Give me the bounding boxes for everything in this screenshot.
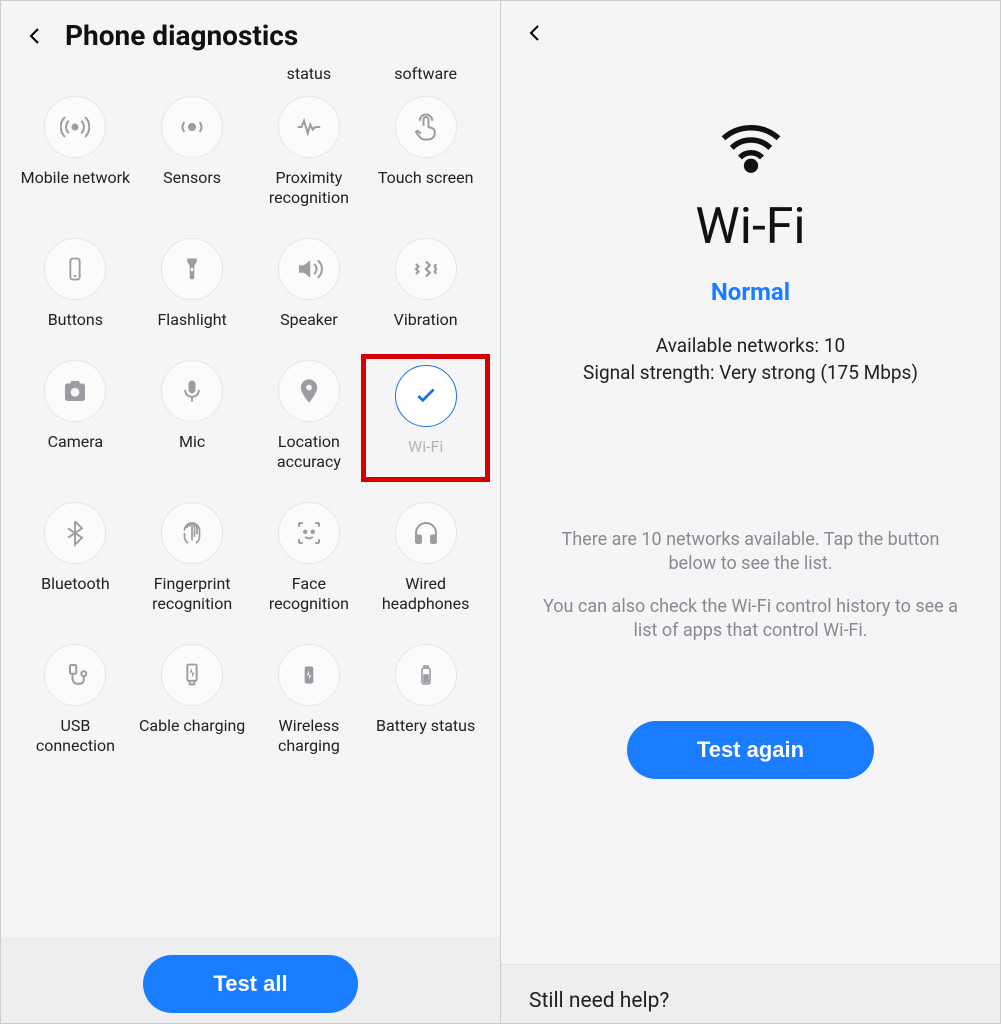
help-block: There are 10 networks available. Tap the… xyxy=(501,528,1000,661)
highlight-box: Wi-Fi xyxy=(361,354,490,482)
usb-icon xyxy=(44,644,106,706)
speaker-icon xyxy=(278,238,340,300)
diag-label: Speaker xyxy=(280,310,338,330)
diag-label: Cable charging xyxy=(139,716,245,736)
diag-label: Bluetooth xyxy=(41,574,110,594)
page-title: Phone diagnostics xyxy=(65,19,298,52)
diag-item-mic[interactable]: Mic xyxy=(134,360,251,472)
bluetooth-icon xyxy=(44,502,106,564)
touch-icon xyxy=(395,96,457,158)
header xyxy=(501,1,1000,59)
test-all-button[interactable]: Test all xyxy=(143,955,357,1013)
partial-label-software: software xyxy=(367,64,484,90)
diag-label: Fingerprint recognition xyxy=(137,574,247,614)
diag-label: Wi-Fi xyxy=(408,437,443,457)
diag-item-location[interactable]: Location accuracy xyxy=(251,360,368,472)
diag-label: Mic xyxy=(179,432,205,452)
headphones-icon xyxy=(395,502,457,564)
face-icon xyxy=(278,502,340,564)
location-icon xyxy=(278,360,340,422)
wifi-icon xyxy=(716,119,786,178)
flashlight-icon xyxy=(161,238,223,300)
sensors-icon xyxy=(161,96,223,158)
bottom-bar: Test all xyxy=(1,937,500,1023)
diag-label: Buttons xyxy=(48,310,103,330)
diag-item-sensors[interactable]: Sensors xyxy=(134,96,251,208)
diag-item-wired-headphones[interactable]: Wired headphones xyxy=(367,502,484,614)
wifi-status: Normal xyxy=(711,278,790,306)
diag-item-wifi[interactable]: Wi-Fi xyxy=(372,365,479,457)
back-button[interactable] xyxy=(521,19,549,47)
diag-label: Wireless charging xyxy=(254,716,364,756)
diag-item-wireless-charging[interactable]: Wireless charging xyxy=(251,644,368,756)
help-text-2: You can also check the Wi-Fi control his… xyxy=(501,595,1000,644)
diagnostics-grid: Mobile network Sensors Proximity recogniti… xyxy=(1,90,500,756)
still-need-help[interactable]: Still need help? xyxy=(501,964,1000,1023)
diag-item-camera[interactable]: Camera xyxy=(17,360,134,472)
available-networks: Available networks: 10 xyxy=(656,334,845,357)
diag-label: Vibration xyxy=(394,310,458,330)
diag-item-flashlight[interactable]: Flashlight xyxy=(134,238,251,330)
phone-button-icon xyxy=(44,238,106,300)
diag-item-battery[interactable]: Battery status xyxy=(367,644,484,756)
check-icon xyxy=(395,365,457,427)
diag-label: Proximity recognition xyxy=(254,168,364,208)
diag-label: Face recognition xyxy=(254,574,364,614)
diagnostics-panel: Phone diagnostics status software Mobile… xyxy=(1,1,501,1023)
antenna-icon xyxy=(44,96,106,158)
diag-label: Flashlight xyxy=(157,310,226,330)
diag-label: Location accuracy xyxy=(254,432,364,472)
cable-charge-icon xyxy=(161,644,223,706)
diag-item-bluetooth[interactable]: Bluetooth xyxy=(17,502,134,614)
signal-strength: Signal strength: Very strong (175 Mbps) xyxy=(583,361,918,384)
header: Phone diagnostics xyxy=(1,1,500,64)
wifi-result-panel: Wi-Fi Normal Available networks: 10 Sign… xyxy=(501,1,1000,1023)
diag-label: Battery status xyxy=(376,716,475,736)
diag-label: USB connection xyxy=(20,716,130,756)
wifi-content: Wi-Fi Normal Available networks: 10 Sign… xyxy=(501,59,1000,779)
diag-label: Sensors xyxy=(163,168,221,188)
pulse-icon xyxy=(278,96,340,158)
diag-item-usb[interactable]: USB connection xyxy=(17,644,134,756)
diag-item-speaker[interactable]: Speaker xyxy=(251,238,368,330)
back-button[interactable] xyxy=(21,22,49,50)
diag-label: Wired headphones xyxy=(371,574,481,614)
diag-item-fingerprint[interactable]: Fingerprint recognition xyxy=(134,502,251,614)
fingerprint-icon xyxy=(161,502,223,564)
partial-labels-row: status software xyxy=(1,64,500,90)
partial-label-status: status xyxy=(251,64,368,90)
diag-item-vibration[interactable]: Vibration xyxy=(367,238,484,330)
test-again-button[interactable]: Test again xyxy=(627,721,874,779)
vibration-icon xyxy=(395,238,457,300)
wifi-title: Wi-Fi xyxy=(695,198,805,256)
mic-icon xyxy=(161,360,223,422)
diag-label: Touch screen xyxy=(378,168,474,188)
battery-icon xyxy=(395,644,457,706)
diag-label: Mobile network xyxy=(21,168,131,188)
help-text-1: There are 10 networks available. Tap the… xyxy=(501,528,1000,577)
diag-item-cable-charging[interactable]: Cable charging xyxy=(134,644,251,756)
diag-item-face[interactable]: Face recognition xyxy=(251,502,368,614)
diag-item-proximity[interactable]: Proximity recognition xyxy=(251,96,368,208)
camera-icon xyxy=(44,360,106,422)
diag-item-mobile-network[interactable]: Mobile network xyxy=(17,96,134,208)
diag-label: Camera xyxy=(48,432,103,452)
wireless-charge-icon xyxy=(278,644,340,706)
diag-item-touch[interactable]: Touch screen xyxy=(367,96,484,208)
diag-item-buttons[interactable]: Buttons xyxy=(17,238,134,330)
